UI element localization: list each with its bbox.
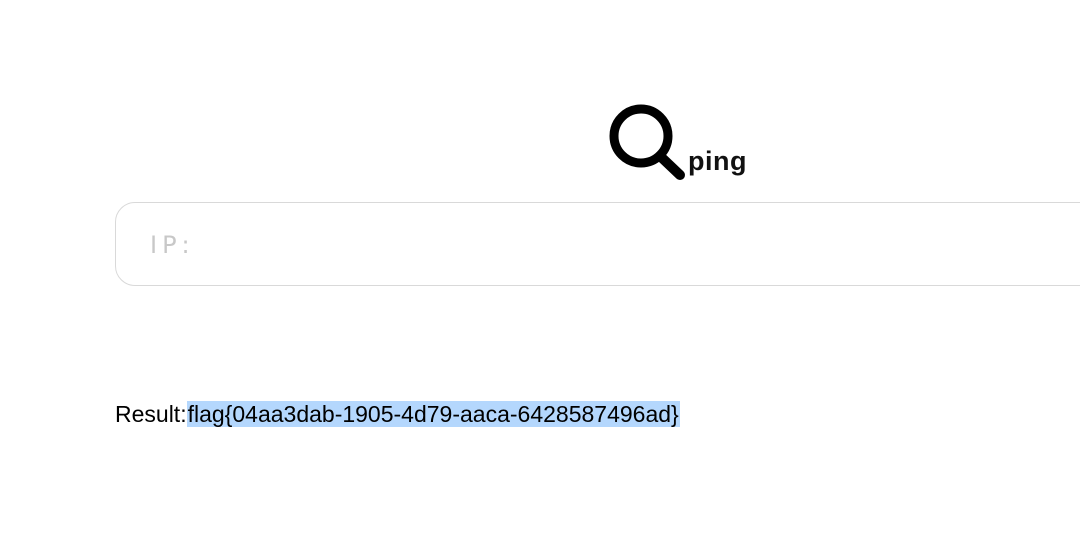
logo-text: ping <box>688 146 747 176</box>
app-logo: ping <box>607 102 747 182</box>
result-label: Result: <box>115 401 187 427</box>
search-icon <box>609 104 685 180</box>
result-value: flag{04aa3dab-1905-4d79-aaca-6428587496a… <box>186 401 680 427</box>
result-line: Result:flag{04aa3dab-1905-4d79-aaca-6428… <box>115 396 680 432</box>
ip-field[interactable] <box>115 202 1080 286</box>
ip-input[interactable] <box>150 227 1050 263</box>
page: ping Result:flag{04aa3dab-1905-4d79-aaca… <box>0 0 1080 544</box>
